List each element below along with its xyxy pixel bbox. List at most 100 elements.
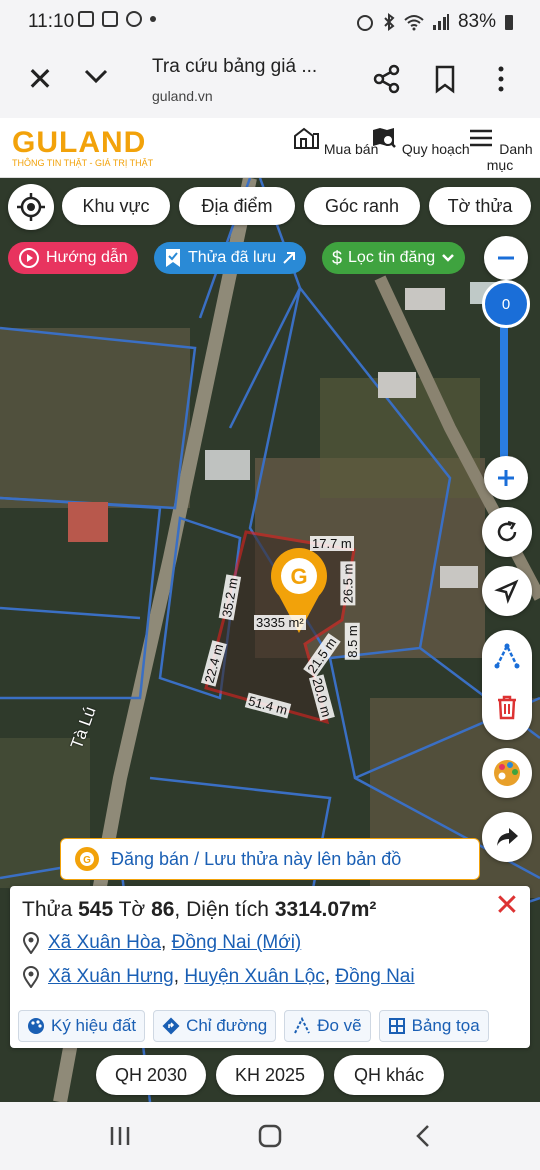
tool-label: Chỉ đường bbox=[186, 1016, 268, 1035]
label-area: Diện tích bbox=[186, 898, 269, 921]
alarm-icon bbox=[356, 15, 373, 31]
address-new: Xã Xuân Hòa, Đồng Nai (Mới) bbox=[22, 932, 301, 954]
edge-label: 26.5 m bbox=[340, 561, 356, 606]
tool-label: Bảng tọa bbox=[411, 1016, 480, 1035]
filter-dia-diem[interactable]: Địa điểm bbox=[179, 187, 295, 225]
dollar-icon: $ bbox=[332, 247, 343, 268]
share-icon[interactable] bbox=[372, 64, 402, 94]
parcel-area: 3314.07m² bbox=[274, 898, 377, 921]
palette-button[interactable] bbox=[482, 748, 532, 798]
filter-goc-ranh[interactable]: Góc ranh bbox=[304, 187, 420, 225]
post-banner-text: Đăng bán / Lưu thửa này lên bản đồ bbox=[111, 848, 402, 869]
zoom-in-button[interactable] bbox=[484, 456, 528, 500]
notification-icons bbox=[78, 11, 156, 27]
instagram-icon bbox=[78, 11, 94, 27]
recent-apps-icon[interactable] bbox=[106, 1124, 134, 1148]
refresh-button[interactable] bbox=[482, 507, 532, 557]
minus-icon bbox=[498, 256, 514, 260]
guide-button[interactable]: Hướng dẫn bbox=[8, 242, 138, 274]
share-map-button[interactable] bbox=[482, 812, 532, 862]
svg-text:G: G bbox=[290, 564, 307, 589]
browser-toolbar: ✕ Tra cứu bảng giá ... guland.vn bbox=[0, 44, 540, 118]
chevron-down-icon bbox=[442, 254, 455, 262]
bluetooth-icon bbox=[384, 13, 395, 31]
external-arrow-icon bbox=[283, 252, 296, 264]
plus-icon bbox=[498, 470, 514, 486]
label-thua: Thửa bbox=[22, 898, 73, 921]
parcel-heading: Thửa 545 Tờ 86, Diện tích 3314.07m² bbox=[22, 898, 376, 922]
measure-draw-icon[interactable] bbox=[493, 642, 521, 670]
system-icons: 83% bbox=[356, 11, 514, 33]
page-title: Tra cứu bảng giá ... bbox=[152, 56, 318, 77]
messenger-icon bbox=[126, 11, 142, 27]
address-link[interactable]: Huyện Xuân Lộc bbox=[184, 966, 325, 987]
map-search-icon bbox=[373, 128, 396, 148]
page-url[interactable]: guland.vn bbox=[152, 88, 213, 104]
guland-logo[interactable]: GULAND THÔNG TIN THẬT - GIÁ TRỊ THẬT bbox=[12, 126, 153, 168]
battery-icon bbox=[505, 15, 513, 30]
directions-icon bbox=[162, 1017, 180, 1035]
zoom-slider-handle[interactable]: 0 bbox=[482, 280, 530, 328]
play-circle-icon bbox=[19, 248, 39, 268]
plan-kh-2025[interactable]: KH 2025 bbox=[216, 1055, 324, 1095]
battery-level: 83% bbox=[457, 11, 496, 32]
table-icon bbox=[388, 1018, 405, 1034]
back-icon[interactable] bbox=[410, 1124, 438, 1148]
share-arrow-icon bbox=[497, 828, 518, 846]
my-location-button[interactable] bbox=[8, 184, 54, 230]
saved-parcels-button[interactable]: Thửa đã lưu bbox=[154, 242, 307, 274]
filter-khu-vuc[interactable]: Khu vực bbox=[62, 187, 170, 225]
menu-icon bbox=[470, 129, 493, 147]
filter-to-thua[interactable]: Tờ thửa bbox=[429, 187, 531, 225]
plan-qh-khac[interactable]: QH khác bbox=[334, 1055, 444, 1095]
parcel-number: 545 bbox=[78, 898, 114, 921]
more-vert-icon[interactable] bbox=[486, 64, 516, 94]
home-icon[interactable] bbox=[256, 1124, 284, 1148]
directions-button[interactable]: Chỉ đường bbox=[153, 1010, 277, 1042]
filter-label: Lọc tin đăng bbox=[348, 249, 436, 266]
nav-danh-muc[interactable]: Danh mục bbox=[460, 126, 540, 173]
building-icon bbox=[294, 127, 319, 149]
palette-icon bbox=[494, 760, 520, 786]
chevron-down-icon[interactable] bbox=[82, 62, 110, 90]
address-link[interactable]: Xã Xuân Hưng bbox=[48, 966, 174, 987]
measure-button[interactable]: Đo vẽ bbox=[284, 1010, 371, 1042]
land-symbol-button[interactable]: Ký hiệu đất bbox=[18, 1010, 146, 1042]
palette-icon bbox=[28, 1018, 44, 1034]
plan-qh-2030[interactable]: QH 2030 bbox=[96, 1055, 206, 1095]
nav-quy-hoach[interactable]: Quy hoạch bbox=[370, 126, 470, 157]
nav-mua-ban[interactable]: Mua bán bbox=[292, 126, 378, 157]
address-link[interactable]: Đồng Nai bbox=[335, 966, 414, 987]
address-link[interactable]: Xã Xuân Hòa bbox=[48, 932, 161, 953]
guland-pin-icon: G bbox=[75, 847, 99, 871]
edge-label: 8.5 m bbox=[344, 623, 360, 660]
close-card-button[interactable]: ✕ bbox=[492, 891, 522, 922]
status-bar: 11:10 83% bbox=[0, 0, 540, 44]
bookmark-icon[interactable] bbox=[430, 64, 460, 94]
trash-icon[interactable] bbox=[495, 694, 519, 720]
logo-word: GULAND bbox=[12, 126, 147, 159]
guide-label: Hướng dẫn bbox=[46, 249, 128, 266]
tool-label: Đo vẽ bbox=[317, 1016, 362, 1035]
close-icon[interactable]: ✕ bbox=[24, 63, 56, 96]
navigation-arrow-icon bbox=[494, 579, 519, 604]
location-pin-icon bbox=[22, 966, 40, 988]
label-to: Tờ bbox=[118, 898, 146, 921]
coordinate-table-button[interactable]: Bảng tọa bbox=[378, 1010, 489, 1042]
edge-label: 17.7 m bbox=[310, 536, 354, 551]
filter-listings-button[interactable]: $ Lọc tin đăng bbox=[322, 242, 466, 274]
zoom-out-button[interactable] bbox=[484, 236, 528, 280]
address-old: Xã Xuân Hưng, Huyện Xuân Lộc, Đồng Nai bbox=[22, 966, 415, 988]
address-link[interactable]: Đồng Nai (Mới) bbox=[172, 932, 302, 953]
more-dot-icon bbox=[150, 16, 156, 22]
tool-label: Ký hiệu đất bbox=[51, 1016, 137, 1035]
site-header: GULAND THÔNG TIN THẬT - GIÁ TRỊ THẬT Mua… bbox=[0, 120, 540, 178]
post-listing-banner[interactable]: G Đăng bán / Lưu thửa này lên bản đồ bbox=[60, 838, 480, 880]
wifi-icon bbox=[404, 15, 424, 31]
measure-icon bbox=[294, 1017, 311, 1034]
parcel-info-card: Thửa 545 Tờ 86, Diện tích 3314.07m² ✕ Xã… bbox=[10, 886, 530, 1048]
saved-label: Thửa đã lưu bbox=[188, 249, 277, 266]
comma: , bbox=[174, 898, 181, 921]
status-time: 11:10 bbox=[28, 11, 75, 32]
navigate-button[interactable] bbox=[482, 566, 532, 616]
